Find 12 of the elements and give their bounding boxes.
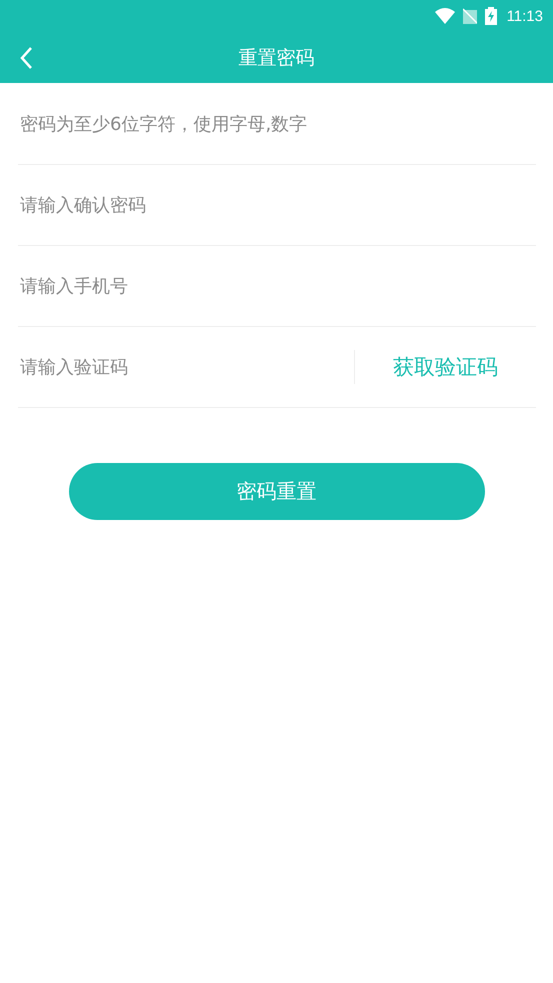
reset-password-button[interactable]: 密码重置	[68, 463, 484, 520]
no-sim-icon	[462, 8, 477, 24]
wifi-icon	[434, 8, 455, 24]
page-title: 重置密码	[238, 46, 314, 70]
status-time: 11:13	[506, 8, 543, 24]
input-field[interactable]: 请输入手机号	[18, 266, 536, 306]
back-icon[interactable]	[19, 46, 33, 70]
battery-charging-icon	[484, 7, 497, 25]
get-code-button[interactable]: 获取验证码	[355, 347, 536, 387]
input-field[interactable]: 请输入验证码	[18, 347, 354, 387]
input-field[interactable]: 请输入确认密码	[18, 185, 536, 225]
input-field[interactable]: 密码为至少6位字符，使用字母,数字	[18, 104, 536, 144]
